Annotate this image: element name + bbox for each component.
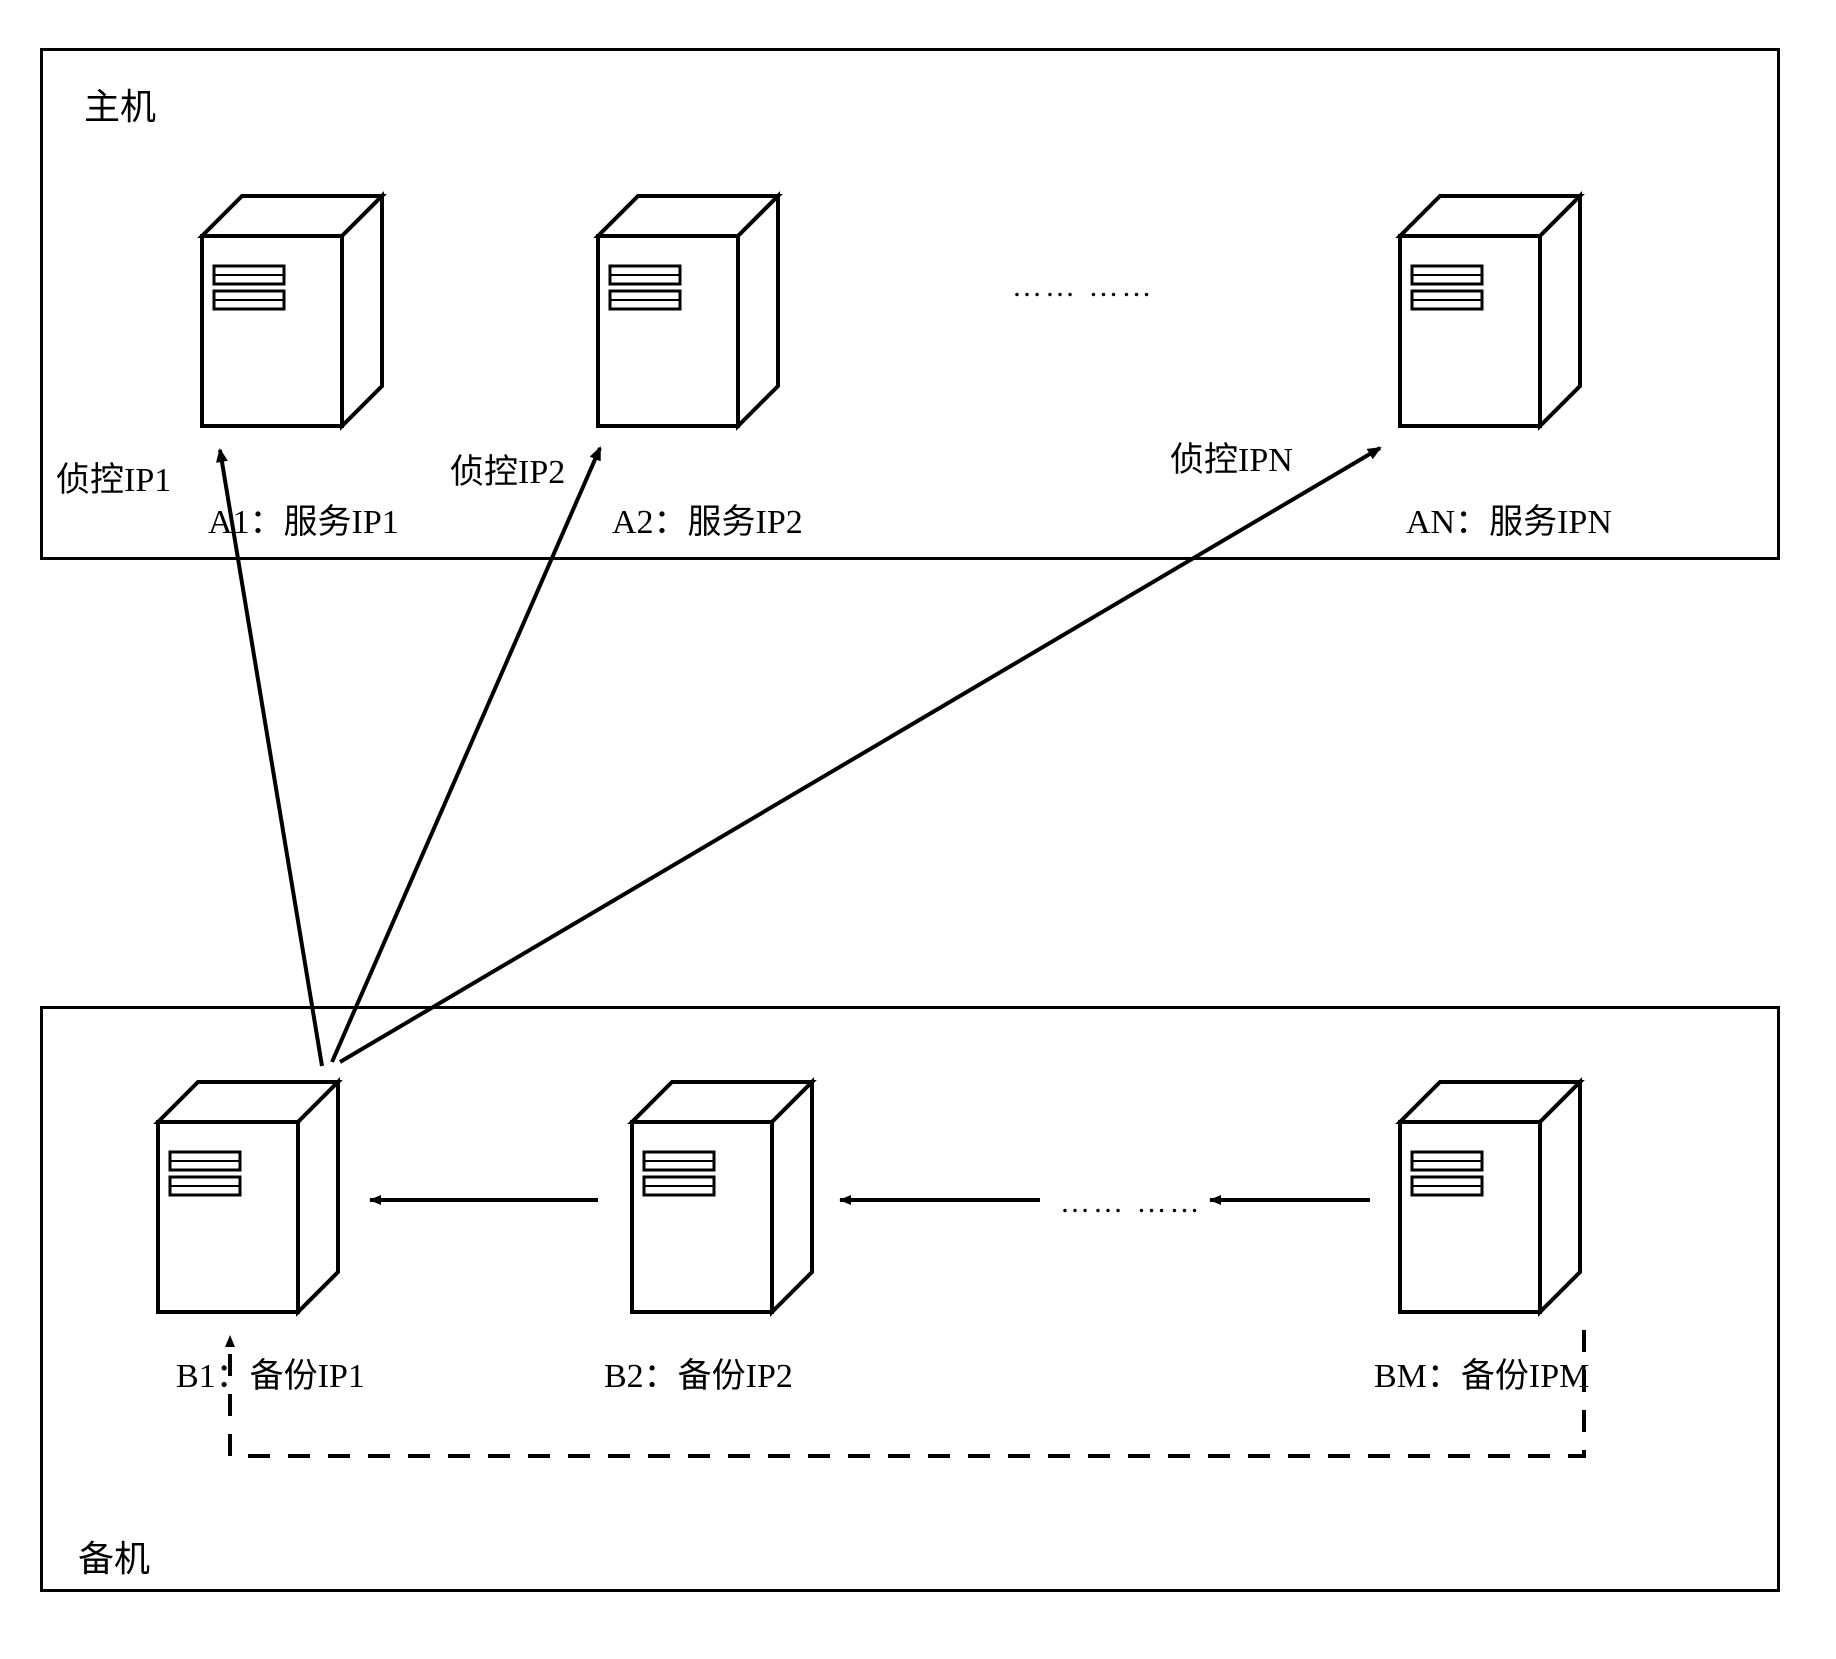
server-bm-name-label: BM：备份IPM bbox=[1374, 1348, 1589, 1397]
primary-group-label: 主机 bbox=[84, 78, 156, 130]
server-bm bbox=[1350, 1062, 1590, 1322]
ellipsis-mid: …… …… bbox=[1060, 1186, 1203, 1220]
server-an-monitor-label: 侦控IPN bbox=[1170, 432, 1293, 481]
standby-group-label: 备机 bbox=[78, 1530, 150, 1582]
server-a2-name-label: A2：服务IP2 bbox=[612, 494, 803, 543]
server-b2 bbox=[582, 1062, 822, 1322]
server-b1-name-label: B1：备份IP1 bbox=[176, 1348, 365, 1397]
server-a1-monitor-label: 侦控IP1 bbox=[56, 452, 171, 501]
server-a1 bbox=[152, 176, 392, 436]
ellipsis-top: …… …… bbox=[1012, 270, 1155, 304]
server-b1 bbox=[108, 1062, 348, 1322]
server-a2 bbox=[548, 176, 788, 436]
server-a2-monitor-label: 侦控IP2 bbox=[450, 444, 565, 493]
server-b2-name-label: B2：备份IP2 bbox=[604, 1348, 793, 1397]
server-a1-name-label: A1：服务IP1 bbox=[208, 494, 399, 543]
server-an-name-label: AN：服务IPN bbox=[1406, 494, 1612, 543]
server-an bbox=[1350, 176, 1590, 436]
